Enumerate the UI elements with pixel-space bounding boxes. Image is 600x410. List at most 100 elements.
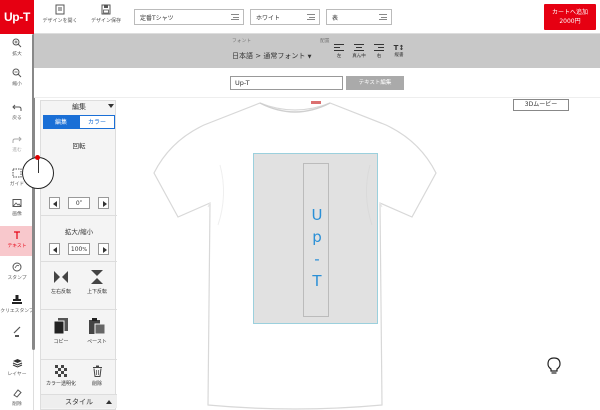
- sidebar-item-text[interactable]: テキスト: [0, 226, 34, 256]
- sidebar-item-label: 戻る: [12, 116, 22, 121]
- align-center-label: 真ん中: [352, 54, 366, 59]
- align-left-button[interactable]: 左: [332, 44, 346, 59]
- tool-sidebar: 拡大 縮小 戻る 進む ガイド 画像 テキスト スタンプ クリエスタンプ レイヤ…: [0, 34, 34, 410]
- design-text-input[interactable]: [230, 76, 343, 90]
- vertical-text-icon: T↕: [393, 44, 405, 52]
- layers-icon: [12, 359, 22, 368]
- sidebar-item-label: ガイド: [9, 182, 25, 187]
- sidebar-item-zoom-out[interactable]: 縮小: [0, 64, 34, 94]
- rotation-stepper[interactable]: 0°: [49, 197, 109, 209]
- vertical-text-button[interactable]: T↕ 縦書: [392, 44, 406, 58]
- stamp-icon: [12, 262, 22, 272]
- sidebar-item-label: クリエスタンプ: [0, 309, 34, 314]
- redo-icon: [12, 136, 22, 143]
- rubber-stamp-icon: [12, 295, 22, 304]
- eraser-icon: [13, 389, 22, 398]
- panel-header[interactable]: 編集: [41, 101, 117, 113]
- logo: Up-T: [0, 0, 34, 34]
- lightbulb-icon[interactable]: [547, 357, 561, 375]
- divider: [41, 309, 117, 310]
- scale-increase-button[interactable]: [98, 243, 109, 255]
- sidebar-item-stamp[interactable]: スタンプ: [0, 258, 34, 288]
- style-section-header[interactable]: スタイル: [41, 394, 117, 408]
- side-select[interactable]: 表: [326, 9, 392, 25]
- flip-horizontal-label: 左右反転: [50, 289, 71, 295]
- copy-button[interactable]: コピー: [44, 317, 78, 345]
- rotation-value[interactable]: 0°: [68, 197, 90, 209]
- rotation-handle[interactable]: [35, 155, 40, 160]
- scale-label: 拡大/縮小: [64, 228, 94, 236]
- scale-value[interactable]: 100%: [68, 243, 90, 255]
- scale-decrease-button[interactable]: [49, 243, 60, 255]
- sidebar-item-zoom-in[interactable]: 拡大: [0, 34, 34, 64]
- rotation-needle: [37, 159, 39, 173]
- align-right-button[interactable]: 右: [372, 44, 386, 59]
- sidebar-item-delete[interactable]: 削除: [0, 384, 34, 410]
- color-select-value: ホワイト: [256, 15, 281, 22]
- sidebar-item-label: 拡大: [12, 52, 22, 57]
- paste-button[interactable]: ペースト: [80, 317, 114, 345]
- vertical-text-label: 縦書: [394, 53, 404, 58]
- design-char: p: [312, 228, 322, 246]
- color-select[interactable]: ホワイト: [250, 9, 320, 25]
- 3d-movie-button[interactable]: 3Dムービー: [513, 99, 569, 111]
- sidebar-item-redo[interactable]: 進む: [0, 130, 34, 160]
- list-icon: [379, 14, 387, 20]
- align-label: 配置: [320, 39, 330, 44]
- sidebar-item-label: 削除: [12, 402, 22, 407]
- tab-edit[interactable]: 編集: [43, 115, 79, 129]
- text-object[interactable]: U p - T: [303, 163, 329, 317]
- cart-label: カートへ追加: [551, 9, 588, 16]
- divider: [41, 261, 117, 262]
- rotation-decrease-button[interactable]: [49, 197, 60, 209]
- rotation-increase-button[interactable]: [98, 197, 109, 209]
- open-design-button[interactable]: デザインを開く: [40, 4, 80, 30]
- chevron-down-icon: [108, 104, 114, 108]
- divider: [41, 215, 117, 216]
- chevron-up-icon: [106, 400, 112, 404]
- rotation-unit: °: [79, 200, 83, 206]
- flip-horizontal-button[interactable]: 左右反転: [44, 269, 78, 295]
- rotation-dial[interactable]: [22, 155, 54, 189]
- text-input-row: テキスト編集: [34, 68, 600, 98]
- divider: [41, 359, 117, 360]
- add-to-cart-button[interactable]: カートへ追加 2000円: [544, 4, 596, 30]
- sidebar-item-layer[interactable]: レイヤー: [0, 354, 34, 384]
- paste-icon: [89, 318, 106, 335]
- product-select[interactable]: 定番Tシャツ: [134, 9, 244, 25]
- sidebar-item-undo[interactable]: 戻る: [0, 98, 34, 128]
- text-toolbar: フォント 日本語 > 通常フォント ▼ 配置 左 真ん中 右 T↕ 縦書: [34, 34, 600, 68]
- edit-text-button[interactable]: テキスト編集: [346, 76, 404, 90]
- list-icon: [307, 14, 315, 20]
- font-select[interactable]: 日本語 > 通常フォント ▼: [232, 51, 311, 61]
- pen-icon: [13, 326, 21, 337]
- open-file-icon: [55, 4, 65, 15]
- sidebar-item-label: スタンプ: [7, 276, 27, 281]
- scale-number: 100: [70, 246, 83, 253]
- sidebar-item-crea-stamp[interactable]: クリエスタンプ: [0, 290, 34, 320]
- top-bar: Up-T デザインを開く デザイン保存 定番Tシャツ ホワイト 表 カートへ追加…: [0, 0, 600, 34]
- delete-label: 削除: [91, 381, 102, 387]
- save-design-button[interactable]: デザイン保存: [86, 4, 126, 30]
- guide-icon: [12, 168, 22, 178]
- sidebar-item-image[interactable]: 画像: [0, 194, 34, 224]
- color-transparent-button[interactable]: カラー透明化: [44, 365, 78, 387]
- property-panel: 編集 編集 カラー 回転 0° 拡大/縮小 100% 左右反転 上下反転 コピー…: [40, 100, 117, 410]
- rotation-label: 回転: [72, 142, 86, 150]
- undo-icon: [12, 104, 22, 111]
- align-left-label: 左: [336, 54, 342, 59]
- panel-header-label: 編集: [72, 103, 86, 111]
- align-left-icon: [334, 44, 344, 51]
- font-label: フォント: [232, 39, 252, 44]
- scale-stepper[interactable]: 100%: [49, 243, 109, 255]
- align-right-label: 右: [376, 54, 382, 59]
- sidebar-item-label: 進む: [12, 148, 22, 153]
- paste-label: ペースト: [87, 339, 107, 345]
- sidebar-item-pen[interactable]: [0, 322, 34, 352]
- font-select-value: 日本語 > 通常フォント: [232, 52, 306, 60]
- tab-color[interactable]: カラー: [79, 115, 115, 129]
- delete-button[interactable]: 削除: [80, 365, 114, 387]
- align-center-button[interactable]: 真ん中: [352, 44, 366, 59]
- color-transparent-label: カラー透明化: [45, 381, 76, 387]
- flip-vertical-button[interactable]: 上下反転: [80, 269, 114, 295]
